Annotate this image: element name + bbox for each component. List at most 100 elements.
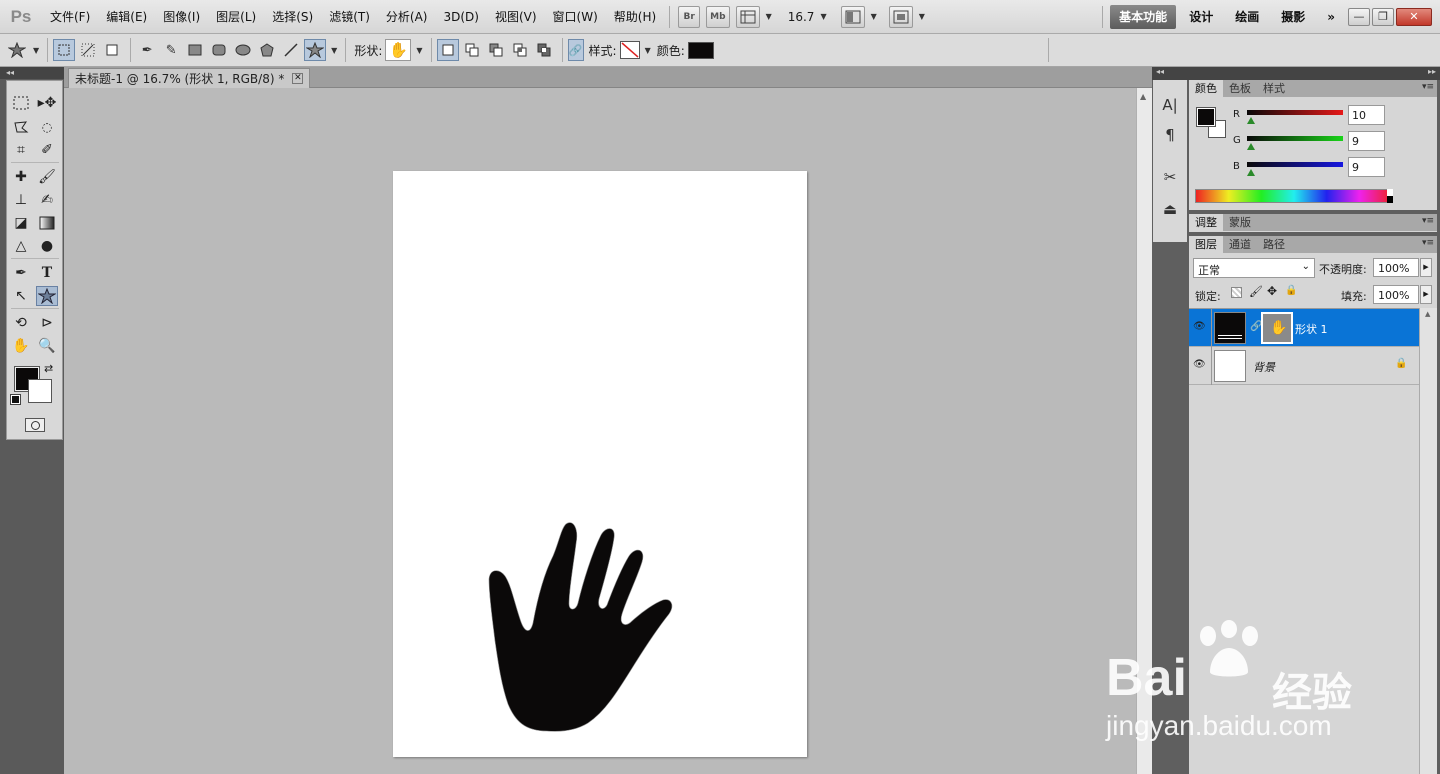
blue-slider[interactable]: B 9	[1233, 157, 1429, 179]
hand-shape-layer[interactable]	[393, 171, 807, 757]
ellipse-tool-option[interactable]	[232, 39, 254, 61]
collapse-panels-icon[interactable]: ▸▸	[1428, 67, 1436, 76]
history-brush-tool[interactable]: ✍	[36, 190, 58, 210]
foreground-color-swatch[interactable]	[1196, 107, 1216, 127]
spot-healing-brush-tool[interactable]: ✚	[10, 167, 32, 187]
color-spectrum-ramp[interactable]	[1195, 189, 1393, 203]
menu-view[interactable]: 视图(V)	[487, 0, 545, 34]
scroll-up-arrow-icon[interactable]: ▲	[1140, 92, 1146, 101]
fill-field[interactable]: 100%	[1373, 285, 1419, 304]
zoom-tool[interactable]: 🔍	[36, 336, 58, 356]
blue-value-field[interactable]: 9	[1348, 157, 1385, 177]
layers-scrollbar[interactable]: ▲	[1419, 308, 1437, 774]
tool-preset-picker[interactable]	[6, 39, 28, 61]
screen-mode-button[interactable]	[888, 5, 913, 28]
character-panel-icon[interactable]: A|	[1159, 94, 1181, 116]
document-canvas[interactable]	[393, 171, 807, 757]
zoom-level[interactable]: 16.7	[788, 10, 815, 24]
layer-row-shape-1[interactable]: 👁 🔗 ✋ 形状 1	[1189, 309, 1419, 347]
vector-mask-thumbnail[interactable]: ✋	[1261, 312, 1293, 344]
workspace-design[interactable]: 设计	[1180, 5, 1222, 29]
pen-tool-option[interactable]: ✒	[136, 39, 158, 61]
eye-icon[interactable]: 👁	[1193, 321, 1207, 335]
blue-slider-handle[interactable]	[1247, 169, 1255, 176]
crop-tool[interactable]: ⌗	[10, 140, 32, 160]
hand-tool[interactable]: ✋	[10, 336, 32, 356]
tab-paths[interactable]: 路径	[1257, 236, 1291, 253]
line-tool-option[interactable]	[280, 39, 302, 61]
menu-file[interactable]: 文件(F)	[42, 0, 98, 34]
quick-mask-button[interactable]	[25, 418, 45, 432]
clone-stamp-tool[interactable]: ⊥	[10, 190, 32, 210]
tool-presets-icon[interactable]: ✂	[1159, 166, 1181, 188]
workspace-painting[interactable]: 绘画	[1226, 5, 1268, 29]
3d-rotate-tool[interactable]: ⟲	[10, 313, 32, 333]
brush-tool[interactable]: 🖌	[36, 167, 58, 187]
opacity-field[interactable]: 100%	[1373, 258, 1419, 277]
dodge-tool[interactable]: ●	[36, 236, 58, 256]
default-colors-icon[interactable]	[10, 394, 21, 405]
green-value-field[interactable]: 9	[1348, 131, 1385, 151]
tab-masks[interactable]: 蒙版	[1223, 214, 1257, 231]
eye-icon[interactable]: 👁	[1193, 359, 1207, 373]
polygon-tool-option[interactable]	[256, 39, 278, 61]
swap-colors-icon[interactable]: ⇄	[44, 362, 53, 375]
rectangle-tool-option[interactable]	[184, 39, 206, 61]
tab-adjustments[interactable]: 调整	[1189, 214, 1223, 231]
menu-analysis[interactable]: 分析(A)	[378, 0, 436, 34]
rectangular-marquee-tool[interactable]	[10, 93, 32, 113]
lock-image-pixels-icon[interactable]: 🖌	[1249, 285, 1263, 298]
menu-window[interactable]: 窗口(W)	[545, 0, 606, 34]
arrange-documents-button[interactable]	[840, 5, 865, 28]
fill-slider-button[interactable]: ▶	[1420, 285, 1432, 304]
close-document-icon[interactable]: ✕	[292, 73, 304, 84]
menu-3d[interactable]: 3D(D)	[435, 0, 486, 34]
tab-layers[interactable]: 图层	[1189, 236, 1223, 253]
panel-menu-icon[interactable]: ▾≡	[1422, 82, 1434, 92]
expand-panels-icon[interactable]: ◂◂	[1156, 67, 1164, 76]
create-new-shape-layer-button[interactable]	[436, 39, 459, 61]
document-tab[interactable]: 未标题-1 @ 16.7% (形状 1, RGB/8) * ✕	[68, 68, 311, 88]
add-to-shape-area-button[interactable]	[461, 39, 483, 61]
quick-selection-tool[interactable]: ◌	[36, 117, 58, 137]
blur-tool[interactable]: △	[10, 236, 32, 256]
layer-fill-thumbnail[interactable]	[1214, 312, 1246, 344]
clone-source-icon[interactable]: ⏏	[1159, 198, 1181, 220]
background-color-swatch[interactable]	[28, 379, 52, 403]
rounded-rectangle-tool-option[interactable]	[208, 39, 230, 61]
scroll-up-arrow-icon[interactable]: ▲	[1425, 310, 1430, 318]
menu-layer[interactable]: 图层(L)	[208, 0, 264, 34]
tab-swatches[interactable]: 色板	[1223, 80, 1257, 97]
lasso-tool[interactable]	[10, 117, 32, 137]
style-picker[interactable]	[619, 41, 640, 59]
freeform-pen-option[interactable]: ✎	[160, 39, 182, 61]
workspace-photography[interactable]: 摄影	[1272, 5, 1314, 29]
layer-thumbnail[interactable]	[1214, 350, 1246, 382]
tab-color[interactable]: 颜色	[1189, 80, 1223, 97]
layer-name[interactable]: 形状 1	[1295, 321, 1328, 337]
panel-menu-icon[interactable]: ▾≡	[1422, 238, 1434, 248]
lock-position-icon[interactable]: ✥	[1267, 284, 1277, 298]
custom-shape-tool[interactable]	[36, 286, 58, 306]
more-workspaces-button[interactable]: »	[1318, 5, 1344, 29]
layer-name[interactable]: 背景	[1253, 359, 1275, 375]
red-value-field[interactable]: 10	[1348, 105, 1385, 125]
red-slider[interactable]: R 10	[1233, 105, 1429, 127]
path-selection-tool[interactable]: ↖	[10, 286, 32, 306]
eyedropper-tool[interactable]: ✐	[36, 140, 58, 160]
subtract-shape-area-button[interactable]	[485, 39, 507, 61]
paragraph-panel-icon[interactable]: ¶	[1159, 124, 1181, 146]
collapse-toolbar-button[interactable]: ◂◂	[0, 67, 64, 79]
green-slider-handle[interactable]	[1247, 143, 1255, 150]
panel-menu-icon[interactable]: ▾≡	[1422, 216, 1434, 226]
shape-color-swatch[interactable]	[687, 41, 714, 59]
menu-filter[interactable]: 滤镜(T)	[321, 0, 378, 34]
vertical-scrollbar[interactable]: ▲	[1136, 88, 1152, 774]
eraser-tool[interactable]: ◪	[10, 213, 32, 233]
3d-orbit-tool[interactable]: ⊳	[36, 313, 58, 333]
shape-layers-mode-button[interactable]	[53, 39, 76, 61]
menu-edit[interactable]: 编辑(E)	[98, 0, 155, 34]
view-extras-button[interactable]	[735, 5, 760, 28]
type-tool[interactable]: T	[36, 263, 58, 283]
layer-row-background[interactable]: 👁 背景 🔒	[1189, 347, 1419, 385]
